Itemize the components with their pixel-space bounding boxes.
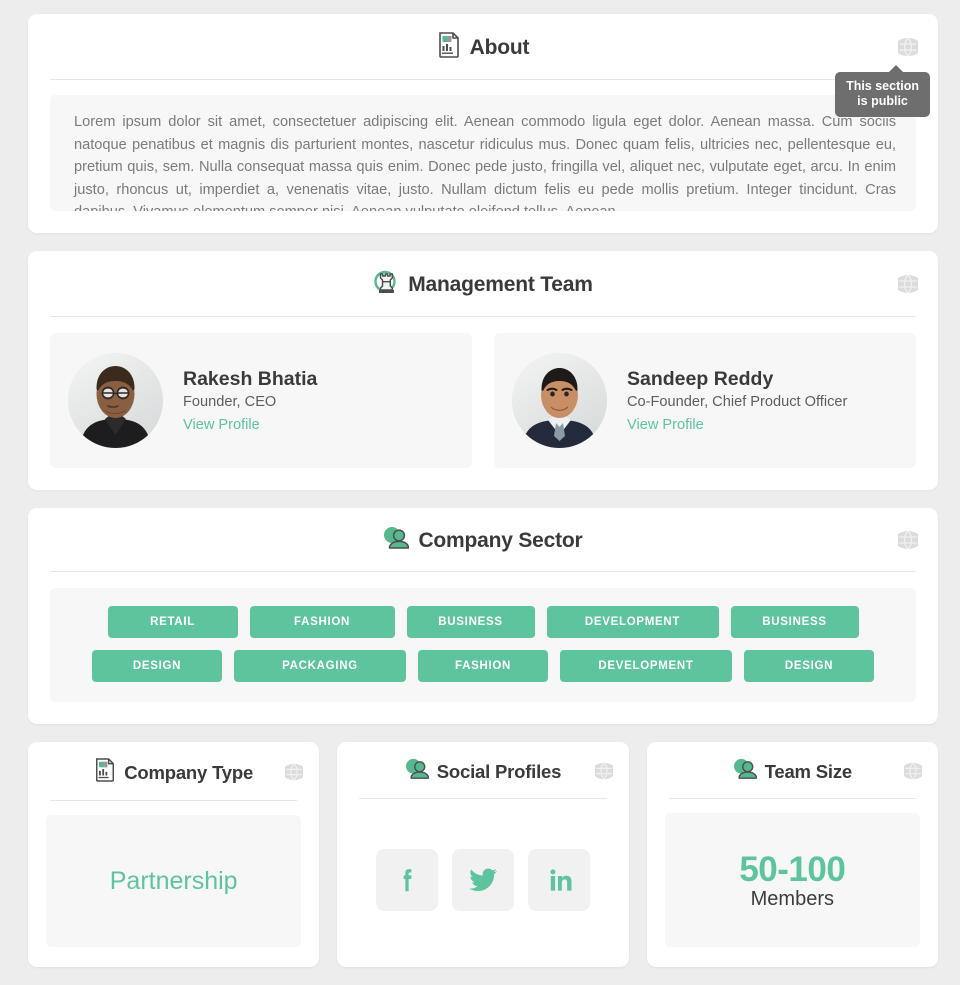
sector-tag[interactable]: RETAIL bbox=[107, 606, 238, 638]
globe-icon[interactable] bbox=[282, 762, 307, 781]
sector-tag-area: RETAIL FASHION BUSINESS DEVELOPMENT BUSI… bbox=[50, 588, 916, 702]
company-sector-header: Company Sector bbox=[28, 508, 938, 572]
management-team-body: Rakesh Bhatia Founder, CEO View Profile bbox=[28, 317, 938, 490]
sector-tag[interactable]: BUSINESS bbox=[406, 606, 535, 638]
globe-icon[interactable] bbox=[591, 761, 616, 780]
team-size-value-group: 50-100 Members bbox=[739, 850, 845, 911]
sector-tag[interactable]: FASHION bbox=[249, 606, 395, 638]
sector-tag[interactable]: DEVELOPMENT bbox=[546, 606, 719, 638]
visibility-tooltip: This section is public bbox=[835, 65, 930, 117]
avatar bbox=[512, 353, 607, 448]
avatar bbox=[68, 353, 163, 448]
social-profiles-title: Social Profiles bbox=[436, 760, 562, 782]
sector-tag[interactable]: DESIGN bbox=[92, 650, 222, 682]
sector-tag-row: DESIGN PACKAGING FASHION DEVELOPMENT DES… bbox=[66, 650, 900, 682]
sector-tag-row: RETAIL FASHION BUSINESS DEVELOPMENT BUSI… bbox=[66, 606, 900, 638]
twitter-icon[interactable] bbox=[451, 849, 514, 911]
about-header-divider bbox=[50, 79, 916, 80]
company-sector-header-divider bbox=[50, 571, 916, 572]
sector-tag[interactable]: PACKAGING bbox=[234, 650, 406, 682]
sector-tag[interactable]: FASHION bbox=[418, 650, 548, 682]
company-type-value: Partnership bbox=[109, 866, 238, 895]
team-size-header-divider bbox=[668, 798, 916, 799]
report-document-icon bbox=[437, 32, 461, 64]
team-member-info: Rakesh Bhatia Founder, CEO View Profile bbox=[183, 368, 317, 433]
management-team-title: Management Team bbox=[408, 273, 593, 296]
social-profiles-header: Social Profiles bbox=[337, 742, 628, 799]
company-sector-title: Company Sector bbox=[418, 529, 583, 552]
about-title: About bbox=[469, 36, 530, 59]
team-member-card[interactable]: Rakesh Bhatia Founder, CEO View Profile bbox=[50, 333, 472, 468]
user-profile-icon bbox=[733, 758, 757, 785]
globe-icon[interactable] bbox=[901, 761, 925, 780]
company-sector-body: RETAIL FASHION BUSINESS DEVELOPMENT BUSI… bbox=[28, 572, 938, 724]
about-text: Lorem ipsum dolor sit amet, consectetuer… bbox=[50, 95, 916, 211]
about-body: Lorem ipsum dolor sit amet, consectetuer… bbox=[28, 80, 938, 233]
company-type-body: Partnership bbox=[28, 801, 319, 967]
team-size-panel: 50-100 Members bbox=[664, 813, 920, 947]
team-size-count: 50-100 bbox=[739, 849, 846, 889]
company-type-header-divider bbox=[50, 800, 298, 801]
team-size-title: Team Size bbox=[764, 760, 853, 782]
team-size-unit: Members bbox=[750, 887, 834, 910]
team-member-role: Founder, CEO bbox=[183, 394, 277, 410]
team-size-title-group: Team Size bbox=[733, 758, 852, 785]
globe-icon[interactable] bbox=[895, 274, 921, 294]
linkedin-icon[interactable] bbox=[527, 849, 590, 911]
globe-icon[interactable] bbox=[895, 37, 921, 57]
team-size-card: Team Size 50-100 Members bbox=[646, 742, 938, 967]
team-member-name: Sandeep Reddy bbox=[627, 368, 774, 390]
view-profile-link[interactable]: View Profile bbox=[627, 417, 847, 433]
team-member-name: Rakesh Bhatia bbox=[183, 368, 318, 390]
social-profiles-header-divider bbox=[359, 798, 607, 799]
social-profiles-body bbox=[337, 799, 628, 967]
globe-icon[interactable] bbox=[895, 530, 921, 550]
team-member-info: Sandeep Reddy Co-Founder, Chief Product … bbox=[627, 368, 847, 433]
social-icons-group bbox=[375, 849, 590, 911]
management-team-header: Management Team bbox=[28, 251, 938, 317]
bottom-cards-row: Company Type Partnership Social Profiles… bbox=[28, 742, 938, 967]
management-team-card: Management Team Rakesh Bhatia Founder, C… bbox=[28, 251, 938, 490]
team-member-card[interactable]: Sandeep Reddy Co-Founder, Chief Product … bbox=[494, 333, 916, 468]
social-profiles-card: Social Profiles bbox=[337, 742, 629, 967]
view-profile-link[interactable]: View Profile bbox=[183, 417, 317, 433]
rook-tower-icon bbox=[373, 269, 399, 301]
management-team-header-divider bbox=[50, 316, 916, 317]
company-type-title-group: Company Type bbox=[94, 758, 253, 787]
company-type-panel: Partnership bbox=[46, 815, 302, 947]
company-sector-title-group: Company Sector bbox=[383, 526, 583, 556]
facebook-icon[interactable] bbox=[375, 849, 438, 911]
about-card-header: About bbox=[28, 14, 938, 80]
sector-tag[interactable]: DEVELOPMENT bbox=[560, 650, 732, 682]
company-type-title: Company Type bbox=[124, 761, 254, 783]
company-type-card: Company Type Partnership bbox=[28, 742, 320, 967]
report-document-icon bbox=[94, 758, 116, 787]
social-profiles-panel bbox=[355, 813, 610, 947]
social-profiles-title-group: Social Profiles bbox=[405, 758, 562, 785]
sector-tag[interactable]: DESIGN bbox=[744, 650, 874, 682]
management-team-title-group: Management Team bbox=[373, 269, 593, 301]
team-size-header: Team Size bbox=[647, 742, 938, 799]
user-profile-icon bbox=[405, 758, 429, 785]
user-profile-icon bbox=[383, 526, 410, 556]
sector-tag[interactable]: BUSINESS bbox=[730, 606, 859, 638]
team-size-body: 50-100 Members bbox=[647, 799, 938, 967]
about-title-group: About bbox=[437, 32, 530, 64]
about-card: About This section is public Lorem ipsum… bbox=[28, 14, 938, 233]
team-member-role: Co-Founder, Chief Product Officer bbox=[627, 394, 848, 410]
company-type-header: Company Type bbox=[28, 742, 319, 801]
company-profile-page: About This section is public Lorem ipsum… bbox=[0, 0, 960, 985]
company-sector-card: Company Sector RETAIL FASHION BUSINESS D… bbox=[28, 508, 938, 724]
